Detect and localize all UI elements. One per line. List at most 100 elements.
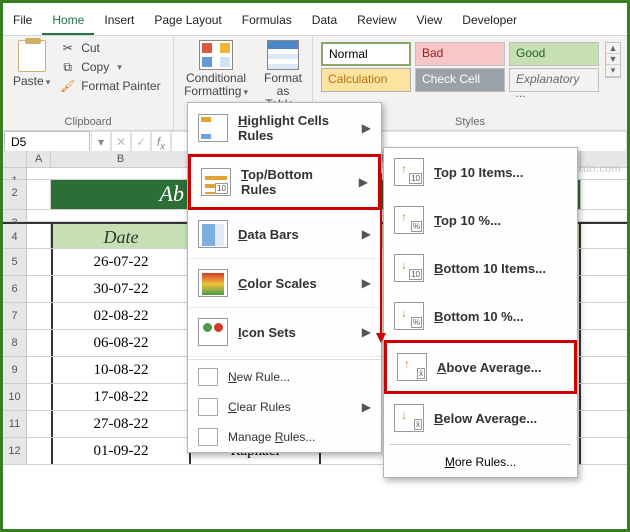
cell-styles-gallery[interactable]: Normal Bad Good Calculation Check Cell E…	[321, 42, 599, 92]
row-header[interactable]: 11	[3, 411, 27, 437]
tab-developer[interactable]: Developer	[452, 7, 527, 35]
row-header[interactable]: 5	[3, 249, 27, 275]
rule-icon: ↓10	[394, 254, 424, 282]
chevron-down-icon: ▾	[46, 77, 51, 87]
style-explanatory[interactable]: Explanatory ...	[509, 68, 599, 92]
submenu-item-bottom-[interactable]: ↓%Bottom 10 %...	[384, 292, 577, 340]
chevron-right-icon: ▶	[359, 175, 368, 189]
cut-button[interactable]: ✂Cut	[58, 40, 162, 56]
menu-item-top-bottom-rules[interactable]: 10Top/Bottom Rules▶	[188, 154, 381, 210]
rule-icon: ↑%	[394, 206, 424, 234]
col-header-b[interactable]: B	[51, 151, 191, 167]
name-box[interactable]: D5	[4, 131, 90, 152]
menu-item-clear-rules[interactable]: Clear Rules▶	[188, 392, 381, 422]
menu-item-manage-rules-[interactable]: Manage Rules...	[188, 422, 381, 452]
cell-date[interactable]: 27-08-22	[51, 411, 191, 437]
submenu-item-top-[interactable]: ↑%Top 10 %...	[384, 196, 577, 244]
cancel-icon[interactable]: ✕	[111, 131, 131, 152]
row-header[interactable]: 8	[3, 330, 27, 356]
copy-icon: ⧉	[60, 60, 75, 74]
chevron-right-icon: ▶	[362, 325, 371, 339]
rule-icon: ↓x̄	[394, 404, 424, 432]
chevron-down-icon: ▾	[243, 87, 248, 97]
col-header-a[interactable]: A	[27, 151, 51, 167]
rule-icon	[198, 428, 218, 446]
chevron-down-icon: ▾	[117, 62, 122, 73]
chevron-right-icon: ▶	[362, 121, 371, 135]
row-header[interactable]: 10	[3, 384, 27, 410]
menu-item-new-rule-[interactable]: New Rule...	[188, 362, 381, 392]
title-cell[interactable]: Ab	[51, 180, 191, 209]
data-bars-icon	[198, 220, 228, 248]
ribbon-tabs: FileHomeInsertPage LayoutFormulasDataRev…	[3, 3, 627, 36]
paste-button[interactable]: Paste▾	[9, 38, 54, 90]
menu-item-data-bars[interactable]: Data Bars▶	[188, 210, 381, 259]
row-header[interactable]: 1	[3, 168, 27, 179]
cell-date[interactable]: 17-08-22	[51, 384, 191, 410]
tab-insert[interactable]: Insert	[94, 7, 144, 35]
cell-date[interactable]: 10-08-22	[51, 357, 191, 383]
tab-home[interactable]: Home	[42, 7, 94, 35]
style-calculation[interactable]: Calculation	[321, 68, 411, 92]
menu-item-highlight-cells-rules[interactable]: Highlight Cells Rules▶	[188, 103, 381, 154]
tab-review[interactable]: Review	[347, 7, 406, 35]
cell-date[interactable]: 01-09-22	[51, 438, 191, 464]
cell-date[interactable]: 26-07-22	[51, 249, 191, 275]
styles-scroll[interactable]: ▲▼▾	[605, 42, 621, 78]
copy-button[interactable]: ⧉Copy▾	[58, 59, 162, 75]
rule-icon	[198, 368, 218, 386]
chevron-right-icon: ▶	[362, 400, 371, 414]
tab-view[interactable]: View	[407, 7, 453, 35]
row-header[interactable]: 9	[3, 357, 27, 383]
row-header[interactable]: 6	[3, 276, 27, 302]
top-bottom-submenu: ↑10Top 10 Items...↑%Top 10 %...↓10Bottom…	[383, 147, 578, 478]
conditional-formatting-icon	[199, 40, 233, 70]
submenu-item-more-rules[interactable]: More Rules...	[384, 447, 577, 477]
rule-icon: ↑10	[394, 158, 424, 186]
scissors-icon: ✂	[60, 41, 75, 55]
table-icon	[267, 40, 299, 70]
fx-icon[interactable]: fx	[151, 131, 171, 152]
enter-icon[interactable]: ✓	[131, 131, 151, 152]
color-scales-icon	[198, 269, 228, 297]
format-painter-button[interactable]: 🖌Format Painter	[58, 78, 162, 94]
submenu-item-above-average-[interactable]: ↑x̄Above Average...	[384, 340, 577, 394]
paste-label: Paste	[13, 74, 44, 88]
style-good[interactable]: Good	[509, 42, 599, 66]
cell-date[interactable]: 30-07-22	[51, 276, 191, 302]
tab-file[interactable]: File	[3, 7, 42, 35]
style-normal[interactable]: Normal	[321, 42, 411, 66]
group-label-clipboard: Clipboard	[9, 114, 167, 130]
row-header[interactable]: 2	[3, 180, 27, 209]
conditional-formatting-button[interactable]: ConditionalFormatting▾	[180, 38, 252, 101]
rule-icon: ↑x̄	[397, 353, 427, 381]
tab-data[interactable]: Data	[302, 7, 347, 35]
name-box-dropdown[interactable]: ▾	[91, 131, 111, 152]
highlight-cells-icon	[198, 114, 228, 142]
row-header[interactable]: 3	[3, 210, 27, 221]
style-bad[interactable]: Bad	[415, 42, 505, 66]
submenu-item-top-items-[interactable]: ↑10Top 10 Items...	[384, 148, 577, 196]
chevron-right-icon: ▶	[362, 227, 371, 241]
row-header[interactable]: 12	[3, 438, 27, 464]
header-date[interactable]: Date	[51, 224, 191, 248]
menu-item-icon-sets[interactable]: Icon Sets▶	[188, 308, 381, 357]
conditional-formatting-menu: Highlight Cells Rules▶10Top/Bottom Rules…	[187, 102, 382, 453]
submenu-item-bottom-items-[interactable]: ↓10Bottom 10 Items...	[384, 244, 577, 292]
style-check-cell[interactable]: Check Cell	[415, 68, 505, 92]
clipboard-icon	[18, 40, 46, 72]
select-all-corner[interactable]	[3, 151, 27, 167]
rule-icon: ↓%	[394, 302, 424, 330]
row-header[interactable]: 4	[3, 224, 27, 248]
chevron-right-icon: ▶	[362, 276, 371, 290]
brush-icon: 🖌	[60, 79, 75, 93]
cell-date[interactable]: 02-08-22	[51, 303, 191, 329]
tab-formulas[interactable]: Formulas	[232, 7, 302, 35]
row-header[interactable]: 7	[3, 303, 27, 329]
cell-date[interactable]: 06-08-22	[51, 330, 191, 356]
rule-icon	[198, 398, 218, 416]
submenu-item-below-average-[interactable]: ↓x̄Below Average...	[384, 394, 577, 442]
menu-item-color-scales[interactable]: Color Scales▶	[188, 259, 381, 308]
icon-sets-icon	[198, 318, 228, 346]
tab-page-layout[interactable]: Page Layout	[144, 7, 231, 35]
